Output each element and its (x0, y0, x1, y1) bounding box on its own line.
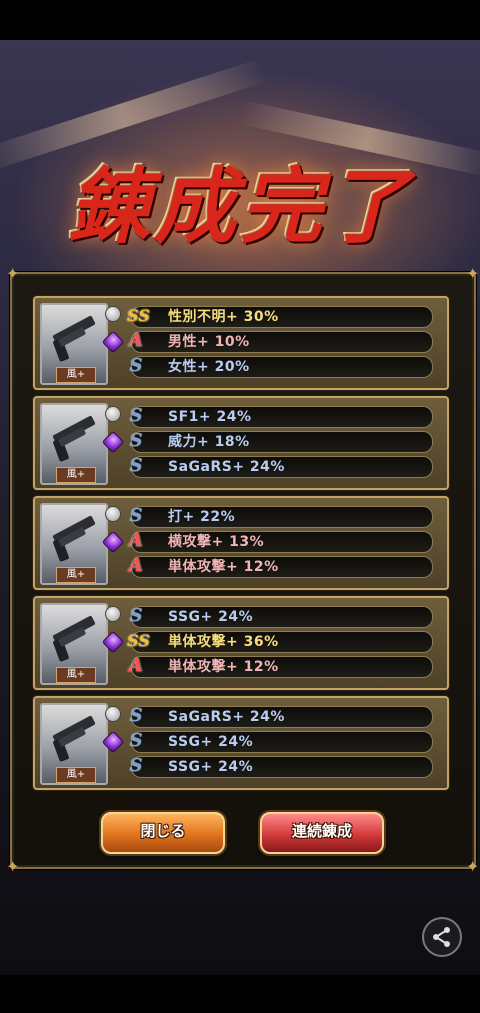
effect-row: S SaGaRS+ 24% (130, 706, 433, 728)
effect-text: SF1+ 24% (168, 409, 252, 425)
corner-ornament-icon: ✦ (6, 857, 20, 876)
weapon-element-tag: 風+ (56, 767, 96, 783)
result-card: 風+ SS 性別不明+ 30% A 男性+ 10% S 女性+ 20% (33, 296, 449, 390)
share-icon (433, 927, 450, 947)
effect-row: S 女性+ 20% (130, 356, 433, 378)
slot-badge-icon (105, 406, 121, 422)
slot-badge-icon (105, 306, 121, 322)
effect-text: 威力+ 18% (168, 434, 250, 450)
pistol-icon[interactable]: 風+ (40, 403, 108, 485)
result-card: 風+ S SaGaRS+ 24% S SSG+ 24% S SSG+ 24% (33, 696, 449, 790)
weapon-element-tag: 風+ (56, 667, 96, 683)
effect-text: SSG+ 24% (168, 759, 254, 775)
effect-row: A 単体攻撃+ 12% (129, 656, 433, 678)
effect-text: SSG+ 24% (168, 734, 254, 750)
rank-ss-icon: SS (127, 631, 150, 650)
weapon-element-tag: 風+ (56, 567, 96, 583)
effect-row: S SSG+ 24% (130, 756, 433, 778)
result-card: 風+ S SSG+ 24% SS 単体攻撃+ 36% A 単体攻撃+ 12% (33, 596, 449, 690)
effect-row: A 横攻撃+ 13% (129, 531, 433, 553)
corner-ornament-icon: ✦ (466, 857, 480, 876)
effect-row: S SaGaRS+ 24% (130, 456, 433, 478)
effect-text: SaGaRS+ 24% (168, 709, 285, 725)
close-button[interactable]: 閉じる (101, 812, 225, 854)
pistol-icon[interactable]: 風+ (40, 303, 108, 385)
effect-text: 男性+ 10% (168, 334, 250, 350)
effect-row: S SSG+ 24% (130, 731, 433, 753)
rank-s-icon: S (129, 505, 143, 526)
rank-a-icon: A (129, 530, 143, 551)
effect-row: A 単体攻撃+ 12% (129, 556, 433, 578)
effect-text: 単体攻撃+ 12% (168, 659, 279, 675)
rank-s-icon: S (129, 405, 143, 426)
rank-s-icon: S (129, 455, 143, 476)
pistol-icon[interactable]: 風+ (40, 703, 108, 785)
effect-row: S SF1+ 24% (130, 406, 433, 428)
effect-row: S 威力+ 18% (130, 431, 433, 453)
effect-text: 性別不明+ 30% (168, 309, 279, 325)
rank-s-icon: S (129, 355, 143, 376)
slot-badge-icon (105, 706, 121, 722)
effect-row: S SSG+ 24% (130, 606, 433, 628)
weapon-element-tag: 風+ (56, 367, 96, 383)
slot-badge-icon (105, 606, 121, 622)
effect-row: A 男性+ 10% (129, 331, 433, 353)
rank-s-icon: S (129, 730, 143, 751)
continue-refine-button[interactable]: 連続錬成 (260, 812, 384, 854)
effect-row: SS 性別不明+ 30% (127, 306, 433, 328)
pistol-icon[interactable]: 風+ (40, 503, 108, 585)
pistol-icon[interactable]: 風+ (40, 603, 108, 685)
rank-s-icon: S (129, 605, 143, 626)
result-card: 風+ S SF1+ 24% S 威力+ 18% S SaGaRS+ 24% (33, 396, 449, 490)
result-card: 風+ S 打+ 22% A 横攻撃+ 13% A 単体攻撃+ 12% (33, 496, 449, 590)
weapon-element-tag: 風+ (56, 467, 96, 483)
effect-text: SSG+ 24% (168, 609, 254, 625)
rank-ss-icon: SS (127, 306, 150, 325)
rank-s-icon: S (129, 705, 143, 726)
effect-row: S 打+ 22% (130, 506, 433, 528)
page-title: 錬成完了 (68, 159, 412, 255)
rank-a-icon: A (129, 330, 143, 351)
status-bar (0, 0, 480, 40)
rank-s-icon: S (129, 430, 143, 451)
effect-text: 横攻撃+ 13% (168, 534, 265, 550)
effect-text: 打+ 22% (168, 509, 236, 525)
effect-row: SS 単体攻撃+ 36% (127, 631, 433, 653)
effect-text: 単体攻撃+ 12% (168, 559, 279, 575)
effect-text: 女性+ 20% (168, 359, 250, 375)
corner-ornament-icon: ✦ (466, 264, 480, 283)
slot-badge-icon (105, 506, 121, 522)
corner-ornament-icon: ✦ (6, 264, 20, 283)
rank-a-icon: A (129, 655, 143, 676)
effect-text: 単体攻撃+ 36% (168, 634, 279, 650)
effect-text: SaGaRS+ 24% (168, 459, 285, 475)
rank-a-icon: A (129, 555, 143, 576)
share-button[interactable] (422, 917, 462, 957)
rank-s-icon: S (129, 755, 143, 776)
nav-bar (0, 975, 480, 1013)
